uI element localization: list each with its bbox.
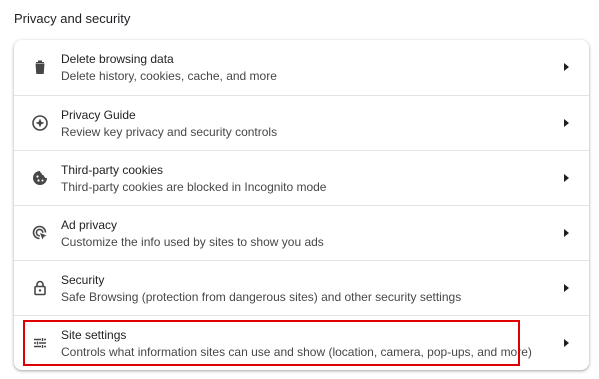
section-title: Privacy and security	[14, 11, 131, 26]
tune-icon	[30, 333, 50, 353]
ad-privacy-row[interactable]: Ad privacy Customize the info used by si…	[14, 205, 589, 260]
ad-privacy-icon	[30, 223, 50, 243]
row-title: Third-party cookies	[61, 163, 164, 177]
compass-icon	[30, 113, 50, 133]
security-row[interactable]: Security Safe Browsing (protection from …	[14, 260, 589, 315]
third-party-cookies-row[interactable]: Third-party cookies Third-party cookies …	[14, 150, 589, 205]
trash-icon	[30, 57, 50, 77]
row-title: Site settings	[61, 328, 127, 342]
delete-browsing-data-row[interactable]: Delete browsing data Delete history, coo…	[14, 40, 589, 95]
row-subtitle: Safe Browsing (protection from dangerous…	[61, 290, 462, 304]
row-title: Privacy Guide	[61, 108, 136, 122]
chevron-right-icon	[564, 119, 569, 127]
chevron-right-icon	[564, 284, 569, 292]
row-title: Delete browsing data	[61, 52, 174, 66]
chevron-right-icon	[564, 229, 569, 237]
lock-icon	[30, 278, 50, 298]
row-subtitle: Delete history, cookies, cache, and more	[61, 69, 277, 83]
row-subtitle: Third-party cookies are blocked in Incog…	[61, 180, 327, 194]
row-subtitle: Controls what information sites can use …	[61, 345, 532, 359]
site-settings-row[interactable]: Site settings Controls what information …	[14, 315, 589, 370]
privacy-guide-row[interactable]: Privacy Guide Review key privacy and sec…	[14, 95, 589, 150]
chevron-right-icon	[564, 63, 569, 71]
chevron-right-icon	[564, 174, 569, 182]
row-title: Ad privacy	[61, 218, 118, 232]
row-title: Security	[61, 273, 105, 287]
privacy-settings-card: Delete browsing data Delete history, coo…	[14, 40, 589, 370]
row-subtitle: Review key privacy and security controls	[61, 125, 278, 139]
chevron-right-icon	[564, 339, 569, 347]
row-subtitle: Customize the info used by sites to show…	[61, 235, 324, 249]
cookie-icon	[30, 168, 50, 188]
